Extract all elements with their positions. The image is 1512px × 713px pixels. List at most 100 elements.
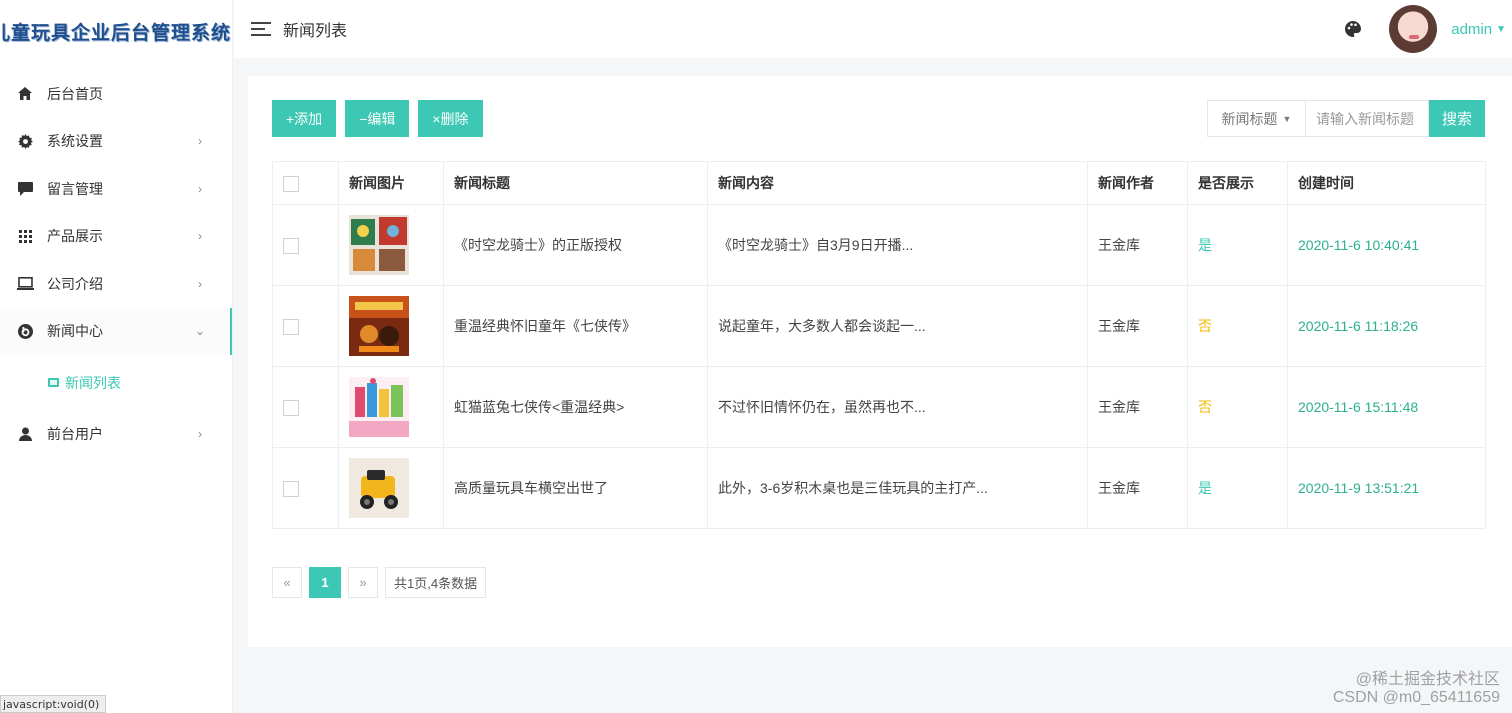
page-1-button[interactable]: 1 — [309, 567, 341, 598]
created-time: 2020-11-6 10:40:41 — [1287, 204, 1486, 286]
select-all-checkbox[interactable] — [283, 175, 299, 192]
caret-down-icon: ▼ — [1282, 113, 1292, 124]
sidebar-item-label: 后台首页 — [47, 85, 103, 102]
chevron-right-icon: › — [198, 276, 202, 291]
watermark-line: CSDN @m0_65411659 — [1332, 689, 1500, 706]
pagination: « 1 » 共1页,4条数据 — [272, 567, 487, 598]
table-row[interactable]: 《时空龙骑士》的正版授权 《时空龙骑士》自3月9日开播... 王金库 是 202… — [272, 204, 1486, 286]
sidebar-item-label: 公司介绍 — [47, 275, 103, 292]
news-thumbnail — [349, 215, 409, 275]
add-button[interactable]: +添加 — [272, 100, 337, 137]
news-author: 王金库 — [1087, 447, 1188, 529]
sidebar-subitem-label: 新闻列表 — [65, 374, 121, 391]
user-menu[interactable]: admin — [1451, 21, 1492, 38]
news-title: 重温经典怀旧童年《七侠传》 — [443, 285, 708, 367]
row-checkbox[interactable] — [283, 318, 299, 335]
gear-icon — [16, 132, 34, 150]
toolbar: +添加 −编辑 ×删除 — [272, 100, 483, 137]
chevron-down-icon: ⌄ — [194, 324, 206, 339]
sidebar-item-home[interactable]: 后台首页 — [0, 70, 232, 118]
brand-logo[interactable]: 儿童玩具企业后台管理系统 — [0, 0, 232, 62]
brand-title: 儿童玩具企业后台管理系统 — [0, 21, 231, 44]
search-bar: 新闻标题 ▼ 搜索 — [1207, 100, 1485, 137]
news-content: 不过怀旧情怀仍在，虽然再也不... — [707, 366, 1088, 448]
prev-page-button[interactable]: « — [272, 567, 302, 598]
news-content: 说起童年，大多数人都会谈起一... — [707, 285, 1088, 367]
search-input[interactable] — [1306, 100, 1429, 137]
column-header: 是否展示 — [1187, 161, 1288, 205]
search-button[interactable]: 搜索 — [1429, 100, 1485, 137]
list-icon — [48, 378, 59, 387]
news-title: 虹猫蓝兔七侠传<重温经典> — [443, 366, 708, 448]
news-author: 王金库 — [1087, 204, 1188, 286]
column-header: 新闻作者 — [1087, 161, 1188, 205]
watermark: @稀土掘金技术社区 CSDN @m0_65411659 — [1333, 671, 1500, 707]
delete-button[interactable]: ×删除 — [418, 100, 483, 137]
sidebar-item-news[interactable]: 新闻中心 ⌄ — [0, 307, 232, 355]
avatar[interactable] — [1389, 5, 1438, 53]
row-checkbox[interactable] — [283, 237, 299, 254]
message-icon — [16, 180, 34, 198]
news-table: 新闻图片 新闻标题 新闻内容 新闻作者 是否展示 创建时间 《时空龙骑士》的正版… — [272, 161, 1486, 529]
table-row[interactable]: 虹猫蓝兔七侠传<重温经典> 不过怀旧情怀仍在，虽然再也不... 王金库 否 20… — [272, 366, 1486, 448]
created-time: 2020-11-9 13:51:21 — [1287, 447, 1486, 529]
sidebar-item-frontend-users[interactable]: 前台用户 › — [0, 410, 232, 458]
news-author: 王金库 — [1087, 285, 1188, 367]
user-icon — [16, 425, 34, 443]
sidebar-item-label: 新闻中心 — [47, 323, 103, 340]
sidebar-item-label: 前台用户 — [47, 425, 103, 442]
chevron-right-icon: › — [198, 426, 202, 441]
column-header: 创建时间 — [1287, 161, 1486, 205]
palette-icon[interactable] — [1343, 19, 1363, 39]
page-info: 共1页,4条数据 — [385, 567, 487, 598]
sidebar-item-products[interactable]: 产品展示 › — [0, 213, 232, 261]
content-card: +添加 −编辑 ×删除 新闻标题 ▼ 搜索 新闻图片 新闻标题 新闻内容 新闻作… — [248, 76, 1512, 647]
search-type-select[interactable]: 新闻标题 ▼ — [1207, 100, 1306, 137]
chevron-right-icon: › — [198, 229, 202, 244]
news-title: 《时空龙骑士》的正版授权 — [443, 204, 708, 286]
row-checkbox[interactable] — [283, 399, 299, 416]
table-row[interactable]: 高质量玩具车横空出世了 此外，3-6岁积木桌也是三佳玩具的主打产... 王金库 … — [272, 447, 1486, 529]
sidebar-item-messages[interactable]: 留言管理 › — [0, 165, 232, 213]
chevron-right-icon: › — [198, 134, 202, 149]
created-time: 2020-11-6 11:18:26 — [1287, 285, 1486, 367]
show-status: 是 — [1187, 204, 1288, 286]
show-status: 是 — [1187, 447, 1288, 529]
sidebar: 儿童玩具企业后台管理系统 后台首页 系统设置 › 留言管理 › 产品展示 › 公… — [0, 0, 233, 713]
select-all-cell — [272, 161, 339, 205]
news-content: 此外，3-6岁积木桌也是三佳玩具的主打产... — [707, 447, 1088, 529]
sidebar-item-label: 留言管理 — [47, 180, 103, 197]
show-status: 否 — [1187, 285, 1288, 367]
top-header: 新闻列表 admin ▼ — [234, 0, 1512, 58]
watermark-line: @稀土掘金技术社区 — [1355, 671, 1500, 688]
news-thumbnail — [349, 377, 409, 437]
browser-status-bar: javascript:void(0) — [0, 695, 107, 713]
sidebar-item-label: 产品展示 — [47, 228, 103, 245]
table-row[interactable]: 重温经典怀旧童年《七侠传》 说起童年，大多数人都会谈起一... 王金库 否 20… — [272, 285, 1486, 367]
news-content: 《时空龙骑士》自3月9日开播... — [707, 204, 1088, 286]
caret-down-icon[interactable]: ▼ — [1496, 24, 1506, 35]
table-header-row: 新闻图片 新闻标题 新闻内容 新闻作者 是否展示 创建时间 — [272, 161, 1486, 205]
row-checkbox[interactable] — [283, 480, 299, 497]
sidebar-item-label: 系统设置 — [47, 133, 103, 150]
column-header: 新闻图片 — [338, 161, 444, 205]
next-page-button[interactable]: » — [348, 567, 378, 598]
laptop-icon — [16, 275, 34, 293]
news-title: 高质量玩具车横空出世了 — [443, 447, 708, 529]
show-status: 否 — [1187, 366, 1288, 448]
sidebar-item-settings[interactable]: 系统设置 › — [0, 118, 232, 166]
column-header: 新闻标题 — [443, 161, 708, 205]
home-icon — [16, 85, 34, 103]
edit-button[interactable]: −编辑 — [345, 100, 410, 137]
sidebar-subitem-news-list[interactable]: 新闻列表 — [0, 355, 232, 410]
header-actions: admin ▼ — [1343, 0, 1512, 58]
news-icon — [16, 322, 34, 340]
search-type-label: 新闻标题 — [1221, 110, 1278, 127]
sidebar-nav: 后台首页 系统设置 › 留言管理 › 产品展示 › 公司介绍 › 新闻中心 ⌄ — [0, 70, 232, 458]
news-thumbnail — [349, 458, 409, 518]
menu-toggle-icon[interactable] — [251, 18, 271, 40]
grid-icon — [16, 227, 34, 245]
news-author: 王金库 — [1087, 366, 1188, 448]
created-time: 2020-11-6 15:11:48 — [1287, 366, 1486, 448]
sidebar-item-company[interactable]: 公司介绍 › — [0, 260, 232, 308]
